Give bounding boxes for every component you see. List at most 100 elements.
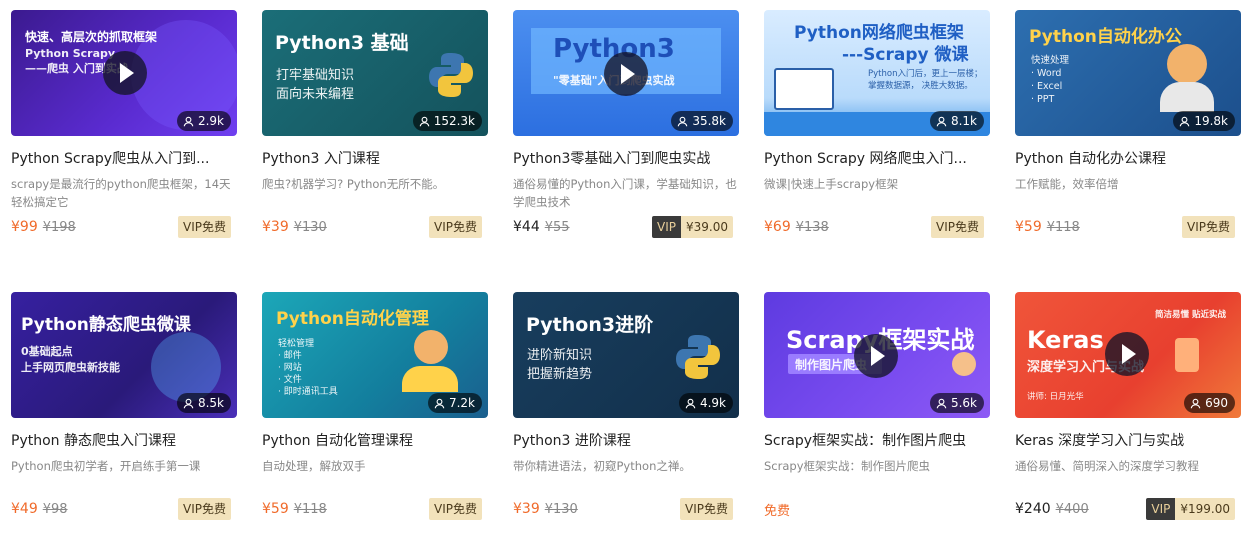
course-card[interactable]: 快速、高层次的抓取框架 Python Scrapy ——爬虫 入门到实战 2.9… bbox=[11, 10, 237, 252]
course-card[interactable]: Python3 基础 打牢基础知识 面向未来编程 152.3k Python3 … bbox=[262, 10, 488, 252]
view-count-badge: 4.9k bbox=[678, 393, 733, 413]
vip-free-badge: VIP免费 bbox=[178, 498, 231, 520]
course-thumbnail[interactable]: Python自动化管理 轻松管理 · 邮件 · 网站 · 文件 · 即时通讯工具… bbox=[262, 292, 488, 418]
current-price: ¥49 bbox=[11, 501, 38, 517]
price-row: ¥99 ¥198 VIP免费 bbox=[11, 216, 237, 238]
user-icon bbox=[183, 398, 194, 408]
current-price: ¥39 bbox=[262, 219, 289, 235]
price-row: 免费 bbox=[764, 498, 990, 520]
course-title[interactable]: Python3 进阶课程 bbox=[513, 431, 739, 451]
course-card[interactable]: Python自动化管理 轻松管理 · 邮件 · 网站 · 文件 · 即时通讯工具… bbox=[262, 292, 488, 533]
view-count: 2.9k bbox=[197, 114, 224, 128]
thumbnail-title: Python3进阶 bbox=[526, 314, 654, 336]
user-icon bbox=[1190, 398, 1201, 408]
course-card[interactable]: 简洁易懂 贴近实战 Keras 深度学习入门与实战 讲师: 日月光华 690 K… bbox=[1015, 292, 1241, 533]
current-price: ¥59 bbox=[262, 501, 289, 517]
user-icon bbox=[434, 398, 445, 408]
thumbnail-author: 讲师: 日月光华 bbox=[1027, 392, 1084, 402]
course-card[interactable]: Python网络爬虫框架 ---Scrapy 微课 Python入门后，更上一层… bbox=[764, 10, 990, 252]
price-row: ¥240 ¥400 VIP ¥199.00 bbox=[1015, 498, 1241, 520]
thumbnail-title: 快速、高层次的抓取框架 bbox=[25, 30, 158, 44]
current-price: ¥59 bbox=[1015, 219, 1042, 235]
view-count-badge: 19.8k bbox=[1173, 111, 1235, 131]
vip-free-badge: VIP免费 bbox=[680, 498, 733, 520]
course-thumbnail[interactable]: Python自动化办公 快速处理 · Word · Excel · PPT 19… bbox=[1015, 10, 1241, 136]
view-count: 4.9k bbox=[699, 396, 726, 410]
course-thumbnail[interactable]: Python网络爬虫框架 ---Scrapy 微课 Python入门后，更上一层… bbox=[764, 10, 990, 136]
course-card[interactable]: Scrapy框架实战 制作图片爬虫 5.6k Scrapy框架实战：制作图片爬虫… bbox=[764, 292, 990, 533]
original-price: ¥98 bbox=[42, 501, 68, 517]
course-description: 通俗易懂、简明深入的深度学习教程 bbox=[1015, 459, 1199, 473]
view-count-badge: 2.9k bbox=[176, 111, 231, 131]
view-count: 35.8k bbox=[692, 114, 726, 128]
course-thumbnail[interactable]: Python3 "零基础"入门到爬虫实战 35.8k bbox=[513, 10, 739, 136]
thumbnail-title-secondary: ---Scrapy 微课 bbox=[842, 45, 969, 65]
original-price: ¥198 bbox=[42, 219, 76, 235]
course-thumbnail[interactable]: 快速、高层次的抓取框架 Python Scrapy ——爬虫 入门到实战 2.9… bbox=[11, 10, 237, 136]
current-price: ¥44 bbox=[513, 219, 540, 235]
course-card[interactable]: Python3 "零基础"入门到爬虫实战 35.8k Python3零基础入门到… bbox=[513, 10, 739, 252]
play-icon[interactable] bbox=[604, 52, 648, 96]
view-count: 690 bbox=[1205, 396, 1228, 410]
course-title[interactable]: Python Scrapy爬虫从入门到... bbox=[11, 149, 237, 169]
course-thumbnail[interactable]: Python3 基础 打牢基础知识 面向未来编程 152.3k bbox=[262, 10, 488, 136]
price-row: ¥49 ¥98 VIP免费 bbox=[11, 498, 237, 520]
vip-tag: VIP bbox=[1146, 498, 1176, 520]
course-description: Python爬虫初学者，开启练手第一课 bbox=[11, 459, 201, 473]
course-title[interactable]: Python 自动化管理课程 bbox=[262, 431, 488, 451]
thumbnail-subtitle: 打牢基础知识 面向未来编程 bbox=[276, 68, 355, 102]
course-title[interactable]: Keras 深度学习入门与实战 bbox=[1015, 431, 1241, 451]
view-count: 8.5k bbox=[197, 396, 224, 410]
price-row: ¥59 ¥118 VIP免费 bbox=[1015, 216, 1241, 238]
course-card[interactable]: Python静态爬虫微课 0基础起点 上手网页爬虫新技能 8.5k Python… bbox=[11, 292, 237, 533]
vip-free-badge: VIP免费 bbox=[429, 216, 482, 238]
original-price: ¥138 bbox=[795, 219, 829, 235]
price-row: ¥39 ¥130 VIP免费 bbox=[262, 216, 488, 238]
vip-price: ¥199.00 bbox=[1175, 498, 1235, 520]
user-icon bbox=[685, 398, 696, 408]
thumbnail-title: Keras bbox=[1027, 326, 1104, 354]
course-title[interactable]: Python3 入门课程 bbox=[262, 149, 488, 169]
course-title[interactable]: Python3零基础入门到爬虫实战 bbox=[513, 149, 739, 169]
course-thumbnail[interactable]: Scrapy框架实战 制作图片爬虫 5.6k bbox=[764, 292, 990, 418]
course-thumbnail[interactable]: Python静态爬虫微课 0基础起点 上手网页爬虫新技能 8.5k bbox=[11, 292, 237, 418]
play-icon[interactable] bbox=[854, 334, 898, 378]
original-price: ¥130 bbox=[544, 501, 578, 517]
thumbnail-title: Python自动化管理 bbox=[276, 309, 429, 329]
course-thumbnail[interactable]: 简洁易懂 贴近实战 Keras 深度学习入门与实战 讲师: 日月光华 690 bbox=[1015, 292, 1241, 418]
thumbnail-title: Python静态爬虫微课 bbox=[21, 315, 191, 335]
course-description: 通俗易懂的Python入门课，学基础知识，也学爬虫技术 bbox=[513, 177, 737, 209]
thumbnail-subtitle: 进阶新知识 把握新趋势 bbox=[527, 348, 593, 382]
course-title[interactable]: Python Scrapy 网络爬虫入门... bbox=[764, 149, 990, 169]
price-row: ¥39 ¥130 VIP免费 bbox=[513, 498, 739, 520]
view-count-badge: 690 bbox=[1184, 393, 1235, 413]
course-description: 自动处理，解放双手 bbox=[262, 459, 366, 473]
original-price: ¥118 bbox=[293, 501, 327, 517]
view-count-badge: 35.8k bbox=[671, 111, 733, 131]
vip-tag: VIP bbox=[652, 216, 681, 238]
python-logo-icon bbox=[429, 53, 473, 97]
play-icon[interactable] bbox=[1105, 332, 1149, 376]
view-count: 19.8k bbox=[1194, 114, 1228, 128]
play-icon[interactable] bbox=[103, 51, 147, 95]
course-card[interactable]: Python自动化办公 快速处理 · Word · Excel · PPT 19… bbox=[1015, 10, 1241, 252]
course-description: Scrapy框架实战：制作图片爬虫 bbox=[764, 459, 931, 473]
course-card[interactable]: Python3进阶 进阶新知识 把握新趋势 4.9k Python3 进阶课程 … bbox=[513, 292, 739, 533]
vip-free-badge: VIP免费 bbox=[931, 216, 984, 238]
price-row: ¥44 ¥55 VIP ¥39.00 bbox=[513, 216, 739, 238]
course-title[interactable]: Python 自动化办公课程 bbox=[1015, 149, 1241, 169]
current-price: ¥99 bbox=[11, 219, 38, 235]
current-price: ¥69 bbox=[764, 219, 791, 235]
thumbnail-title: Python3 基础 bbox=[275, 32, 409, 54]
course-title[interactable]: Python 静态爬虫入门课程 bbox=[11, 431, 237, 451]
python-logo-icon bbox=[676, 335, 720, 379]
course-grid: 快速、高层次的抓取框架 Python Scrapy ——爬虫 入门到实战 2.9… bbox=[0, 0, 1250, 533]
user-icon bbox=[1179, 116, 1190, 126]
course-title[interactable]: Scrapy框架实战：制作图片爬虫 bbox=[764, 431, 990, 451]
original-price: ¥118 bbox=[1046, 219, 1080, 235]
course-description: scrapy是最流行的python爬虫框架，14天轻松搞定它 bbox=[11, 177, 231, 209]
thumbnail-subtitle: 0基础起点 上手网页爬虫新技能 bbox=[21, 345, 120, 374]
original-price: ¥130 bbox=[293, 219, 327, 235]
robot-illustration bbox=[1175, 338, 1199, 372]
course-thumbnail[interactable]: Python3进阶 进阶新知识 把握新趋势 4.9k bbox=[513, 292, 739, 418]
